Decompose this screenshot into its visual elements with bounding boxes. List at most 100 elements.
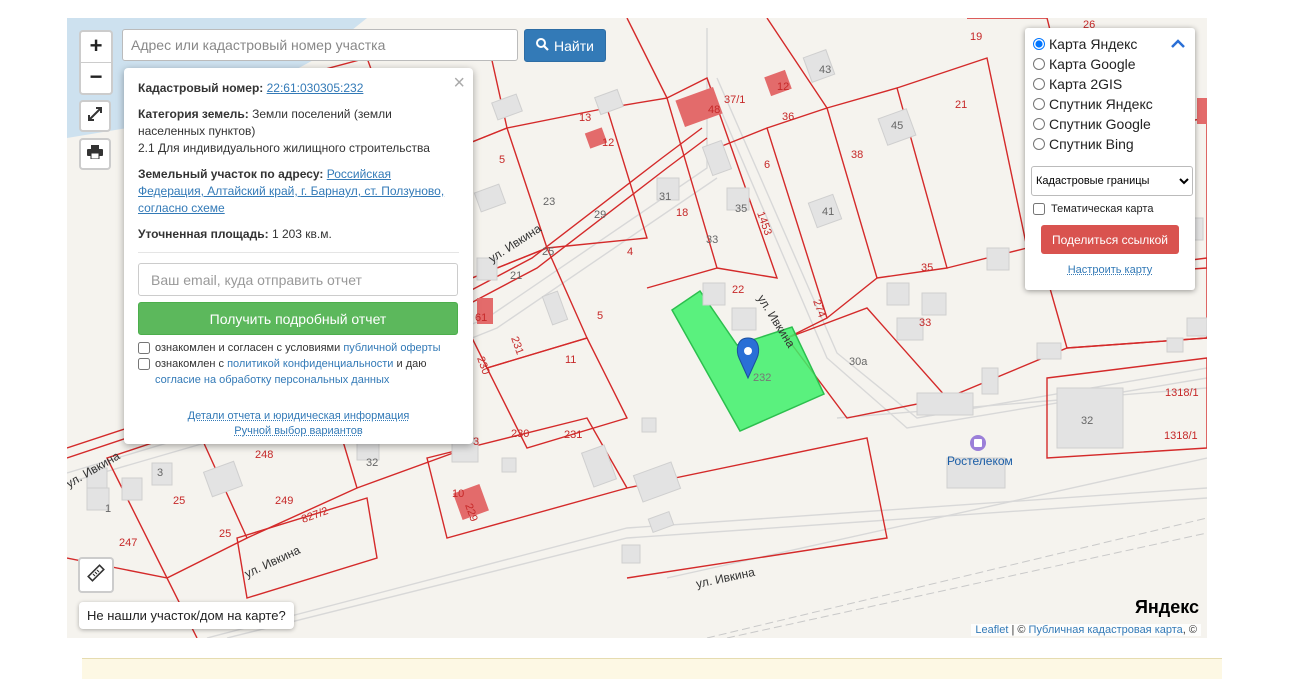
- svg-text:45: 45: [891, 120, 903, 132]
- report-details-link[interactable]: Детали отчета и юридическая информация: [188, 410, 410, 422]
- offer-consent-checkbox[interactable]: [138, 342, 150, 354]
- layer-radio[interactable]: [1033, 118, 1045, 130]
- layer-radio[interactable]: [1033, 78, 1045, 90]
- pkk-link[interactable]: Публичная кадастровая карта: [1029, 624, 1183, 636]
- layer-option-label: Карта 2GIS: [1049, 76, 1123, 92]
- layer-option[interactable]: Спутник Bing: [1031, 134, 1189, 154]
- category-label: Категория земель:: [138, 107, 249, 121]
- svg-text:1318/1: 1318/1: [1164, 430, 1198, 442]
- ruler-icon: [87, 563, 105, 587]
- consent1-prefix: ознакомлен и согласен с условиями: [155, 342, 344, 354]
- yandex-logo-text: Яндекс: [1134, 597, 1199, 617]
- zoom-out-button[interactable]: −: [81, 63, 111, 93]
- manual-selection-link[interactable]: Ручной выбор вариантов: [234, 425, 362, 437]
- cadastral-label: Кадастровый номер:: [138, 81, 264, 95]
- layer-option[interactable]: Карта Яндекс: [1031, 34, 1189, 54]
- layer-radio[interactable]: [1033, 38, 1045, 50]
- layer-option[interactable]: Карта 2GIS: [1031, 74, 1189, 94]
- layer-radio[interactable]: [1033, 138, 1045, 150]
- yandex-logo: Яндекс: [1135, 597, 1199, 618]
- svg-text:274: 274: [810, 298, 828, 319]
- email-field[interactable]: [138, 263, 458, 296]
- svg-text:21: 21: [510, 270, 522, 282]
- svg-text:5: 5: [597, 310, 603, 322]
- get-report-button[interactable]: Получить подробный отчет: [138, 302, 458, 335]
- svg-text:827/2: 827/2: [300, 505, 330, 526]
- svg-text:12: 12: [602, 137, 614, 149]
- svg-text:3: 3: [157, 467, 163, 479]
- svg-text:29: 29: [594, 209, 606, 221]
- layer-option-label: Спутник Google: [1049, 116, 1151, 132]
- print-button[interactable]: [79, 138, 111, 170]
- cadastral-number-row: Кадастровый номер: 22:61:030305:232: [138, 80, 459, 97]
- land-category-row: Категория земель: Земли поселений (земли…: [138, 106, 459, 157]
- privacy-consent-checkbox[interactable]: [138, 358, 150, 370]
- attribution-tail: , ©: [1182, 624, 1197, 636]
- thematic-map-checkbox[interactable]: [1033, 203, 1045, 215]
- privacy-policy-link[interactable]: политикой конфиденциальности: [227, 358, 393, 370]
- layer-option-label: Карта Google: [1049, 56, 1136, 72]
- overlay-select[interactable]: Кадастровые границы: [1031, 166, 1193, 196]
- svg-text:37/1: 37/1: [724, 94, 745, 106]
- svg-text:33: 33: [706, 234, 718, 246]
- svg-text:22: 22: [732, 284, 744, 296]
- close-icon[interactable]: ×: [453, 72, 465, 95]
- svg-text:18: 18: [676, 207, 688, 219]
- find-button[interactable]: Найти: [524, 29, 606, 62]
- svg-text:12: 12: [777, 81, 789, 93]
- railway: [706, 517, 1207, 638]
- svg-text:13: 13: [579, 112, 591, 124]
- printer-icon: [87, 144, 103, 164]
- fullscreen-button[interactable]: [79, 100, 111, 132]
- svg-text:43: 43: [819, 64, 831, 76]
- layer-option[interactable]: Спутник Яндекс: [1031, 94, 1189, 114]
- report-links: Детали отчета и юридическая информация Р…: [138, 410, 459, 440]
- public-offer-link[interactable]: публичной оферты: [343, 342, 440, 354]
- permitted-use-value: 2.1 Для индивидуального жилищного строит…: [138, 141, 430, 155]
- svg-text:5: 5: [499, 154, 505, 166]
- configure-map-link[interactable]: Настроить карту: [1031, 264, 1189, 276]
- svg-text:230: 230: [474, 355, 492, 376]
- layer-radio[interactable]: [1033, 58, 1045, 70]
- not-found-button[interactable]: Не нашли участок/дом на карте?: [79, 602, 294, 629]
- map-canvas[interactable]: 13 12 5 23 29 31 18 4 25 21 61 5 230 231 11 230 231…: [67, 18, 1207, 638]
- privacy-consent-row: ознакомлен с политикой конфиденциальност…: [138, 356, 459, 388]
- svg-text:32: 32: [366, 457, 378, 469]
- poi-label: Ростелеком: [947, 454, 1013, 468]
- leaflet-link[interactable]: Leaflet: [975, 624, 1008, 636]
- layer-options: Карта Яндекс Карта Google Карта 2GIS Спутни…: [1031, 34, 1189, 154]
- find-button-label: Найти: [554, 37, 594, 54]
- area-row: Уточненная площадь: 1 203 кв.м.: [138, 226, 459, 243]
- chevron-up-icon[interactable]: [1171, 36, 1185, 52]
- search-input[interactable]: [122, 29, 518, 61]
- layer-radio[interactable]: [1033, 98, 1045, 110]
- svg-text:61: 61: [475, 312, 487, 324]
- svg-text:25: 25: [542, 246, 554, 258]
- page-footer-bar: [82, 658, 1222, 679]
- map-attribution: Leaflet | © Публичная кадастровая карта,…: [971, 624, 1201, 636]
- address-label: Земельный участок по адресу:: [138, 167, 324, 181]
- svg-text:3: 3: [473, 436, 479, 448]
- search-icon: [536, 37, 549, 54]
- svg-text:4: 4: [627, 246, 633, 258]
- measure-button[interactable]: [78, 557, 114, 593]
- cadastral-number-link[interactable]: 22:61:030305:232: [267, 81, 364, 95]
- svg-text:231: 231: [508, 335, 526, 356]
- svg-text:11: 11: [565, 354, 576, 366]
- svg-text:35: 35: [735, 203, 747, 215]
- parcel-info-popup: × Кадастровый номер: 22:61:030305:232 Ка…: [124, 68, 473, 444]
- personal-data-consent-link[interactable]: согласие на обработку персональных данны…: [155, 374, 389, 386]
- zoom-in-button[interactable]: +: [81, 32, 111, 63]
- poi-rostelecom-icon: [970, 435, 986, 451]
- svg-text:6: 6: [764, 159, 770, 171]
- layer-panel: Карта Яндекс Карта Google Карта 2GIS Спутни…: [1025, 28, 1195, 290]
- layer-option[interactable]: Карта Google: [1031, 54, 1189, 74]
- svg-text:ул. Ивкина: ул. Ивкина: [242, 543, 302, 581]
- layer-option-label: Спутник Яндекс: [1049, 96, 1153, 112]
- privacy-consent-text: ознакомлен с политикой конфиденциальност…: [155, 356, 426, 388]
- svg-text:1318/1: 1318/1: [1165, 387, 1199, 399]
- svg-text:23: 23: [543, 196, 555, 208]
- offer-consent-row: ознакомлен и согласен с условиями публич…: [138, 340, 459, 356]
- layer-option[interactable]: Спутник Google: [1031, 114, 1189, 134]
- share-link-button[interactable]: Поделиться ссылкой: [1041, 225, 1179, 254]
